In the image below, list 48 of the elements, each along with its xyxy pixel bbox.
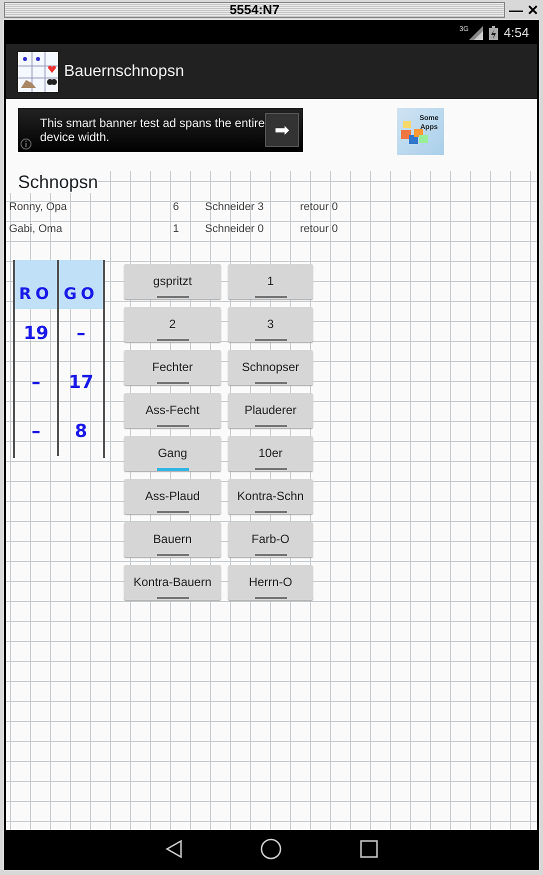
back-icon[interactable] bbox=[164, 839, 184, 859]
score-cell: 19 bbox=[15, 309, 59, 358]
player-name: Gabi, Oma bbox=[9, 222, 64, 237]
toggle-button[interactable]: Ass-Fecht bbox=[124, 393, 221, 428]
recent-apps-icon[interactable] bbox=[358, 839, 379, 859]
app-title: Bauernschnopsn bbox=[64, 62, 184, 82]
toggle-button[interactable]: Herrn-O bbox=[228, 565, 313, 600]
battery-icon bbox=[488, 26, 498, 40]
app-logo-icon bbox=[18, 52, 58, 92]
close-button[interactable]: ✕ bbox=[527, 3, 539, 17]
toggle-button[interactable]: Ass-Plaud bbox=[124, 479, 221, 514]
window-title: 5554:N7 bbox=[230, 3, 280, 17]
retour-count: retour 0 bbox=[300, 222, 338, 237]
toggle-button[interactable]: Kontra-Schn bbox=[228, 479, 313, 514]
score-cell-text: 8 bbox=[74, 420, 88, 444]
ad-text: This smart banner test ad spans the entire device width. bbox=[39, 116, 265, 144]
section-title: Schnopsn bbox=[6, 171, 98, 193]
player-points: 6 bbox=[172, 200, 179, 215]
home-icon[interactable] bbox=[260, 838, 282, 860]
score-cell-text: 17 bbox=[67, 371, 95, 395]
toggle-button[interactable]: Farb-O bbox=[228, 522, 313, 557]
schneider-count: Schneider 3 bbox=[205, 200, 265, 215]
toggle-button[interactable]: Gang bbox=[124, 436, 221, 471]
toggle-button[interactable]: Plauderer bbox=[228, 393, 313, 428]
player-points: 1 bbox=[172, 222, 179, 237]
ad-banner[interactable]: This smart banner test ad spans the entire device width. ➡ bbox=[18, 108, 303, 152]
ad-arrow-button[interactable]: ➡ bbox=[265, 113, 299, 147]
toggle-button[interactable]: Bauern bbox=[124, 522, 221, 557]
signal-icon bbox=[468, 26, 483, 40]
info-icon[interactable] bbox=[20, 138, 32, 150]
toggle-button[interactable]: Fechter bbox=[124, 350, 221, 385]
column-header: GO bbox=[62, 283, 100, 305]
retour-count: retour 0 bbox=[300, 200, 338, 215]
toggle-button[interactable]: 2 bbox=[124, 307, 221, 342]
score-cell: – bbox=[15, 358, 59, 407]
toggle-button[interactable]: 3 bbox=[228, 307, 313, 342]
toggle-button[interactable]: 10er bbox=[228, 436, 313, 471]
column-header: RO bbox=[15, 260, 59, 309]
toggle-button[interactable]: Schnopser bbox=[228, 350, 313, 385]
toggle-button[interactable]: gspritzt bbox=[124, 264, 221, 299]
schneider-count: Schneider 0 bbox=[205, 222, 265, 237]
toggle-button[interactable]: 1 bbox=[228, 264, 313, 299]
player-name: Ronny, Opa bbox=[9, 200, 68, 215]
toggle-button[interactable]: Kontra-Bauern bbox=[124, 565, 221, 600]
clock: 4:54 bbox=[504, 24, 529, 42]
score-cell-text: – bbox=[76, 322, 86, 346]
minimize-button[interactable]: — bbox=[509, 3, 523, 17]
score-cell: – bbox=[15, 407, 59, 456]
